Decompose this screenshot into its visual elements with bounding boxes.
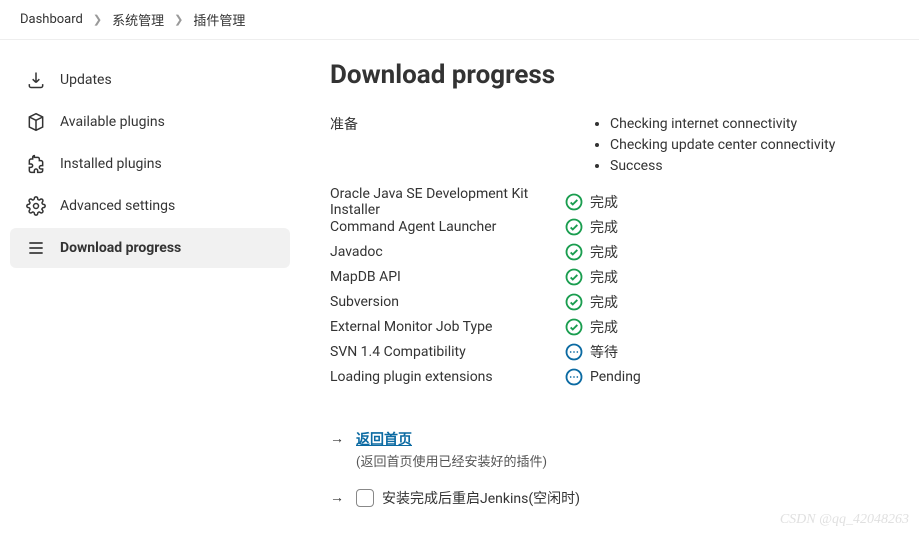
preparation-checks: Checking internet connectivity Checking … (592, 114, 835, 177)
chevron-right-icon: ❯ (93, 13, 102, 26)
sidebar-item-download-progress[interactable]: Download progress (10, 228, 290, 268)
status-text: 完成 (590, 242, 618, 262)
status-text: 完成 (590, 192, 618, 212)
restart-label: 安装完成后重启Jenkins(空闲时) (382, 488, 580, 508)
sidebar-item-updates[interactable]: Updates (10, 60, 290, 100)
sidebar-item-advanced[interactable]: Advanced settings (10, 186, 290, 226)
preparation-label: 准备 (330, 114, 592, 134)
check-circle-icon (564, 317, 584, 337)
back-home-hint: (返回首页使用已经安装好的插件) (356, 451, 547, 470)
status-text: Pending (590, 369, 641, 385)
check-item: Checking update center connectivity (610, 135, 835, 156)
tasks-list: Oracle Java SE Development Kit Installer… (330, 189, 889, 389)
task-name: Javadoc (330, 244, 564, 260)
status-text: 完成 (590, 217, 618, 237)
watermark: CSDN @qq_42048263 (780, 512, 909, 528)
breadcrumb: Dashboard ❯ 系统管理 ❯ 插件管理 (0, 0, 919, 40)
package-icon (26, 112, 46, 132)
sidebar-item-label: Advanced settings (60, 198, 175, 214)
task-status: 完成 (564, 217, 618, 237)
check-circle-icon (564, 267, 584, 287)
task-row: MapDB API 完成 (330, 264, 889, 289)
puzzle-icon (26, 154, 46, 174)
task-name: Oracle Java SE Development Kit Installer (330, 186, 564, 218)
footer-actions: → 返回首页 (返回首页使用已经安装好的插件) → 安装完成后重启Jenkins… (330, 429, 889, 508)
task-name: SVN 1.4 Compatibility (330, 344, 564, 360)
check-circle-icon (564, 217, 584, 237)
sidebar-item-available[interactable]: Available plugins (10, 102, 290, 142)
status-text: 完成 (590, 317, 618, 337)
page-title: Download progress (330, 60, 889, 90)
task-name: Subversion (330, 294, 564, 310)
preparation-row: 准备 Checking internet connectivity Checki… (330, 114, 889, 177)
task-row: Command Agent Launcher 完成 (330, 214, 889, 239)
task-row: External Monitor Job Type 完成 (330, 314, 889, 339)
task-row: Oracle Java SE Development Kit Installer… (330, 189, 889, 214)
sidebar-item-label: Download progress (60, 240, 181, 256)
arrow-right-icon: → (330, 429, 344, 447)
sidebar-item-label: Available plugins (60, 114, 165, 130)
main-content: Download progress 准备 Checking internet c… (300, 40, 919, 546)
task-status: 完成 (564, 242, 618, 262)
status-text: 完成 (590, 292, 618, 312)
sidebar: Updates Available plugins Installed plug… (0, 40, 300, 546)
task-status: 完成 (564, 292, 618, 312)
task-status: 完成 (564, 192, 618, 212)
download-icon (26, 70, 46, 90)
task-name: External Monitor Job Type (330, 319, 564, 335)
breadcrumb-item[interactable]: 系统管理 (112, 10, 164, 29)
task-status: Pending (564, 367, 641, 387)
back-home-link[interactable]: 返回首页 (356, 432, 412, 448)
check-circle-icon (564, 292, 584, 312)
sidebar-item-label: Installed plugins (60, 156, 162, 172)
task-row: Javadoc 完成 (330, 239, 889, 264)
task-row: Subversion 完成 (330, 289, 889, 314)
sidebar-item-installed[interactable]: Installed plugins (10, 144, 290, 184)
check-circle-icon (564, 242, 584, 262)
check-item: Success (610, 156, 835, 177)
breadcrumb-item[interactable]: Dashboard (20, 12, 83, 27)
task-name: MapDB API (330, 269, 564, 285)
task-status: 完成 (564, 317, 618, 337)
sidebar-item-label: Updates (60, 72, 112, 88)
chevron-right-icon: ❯ (174, 13, 183, 26)
task-name: Command Agent Launcher (330, 219, 564, 235)
task-name: Loading plugin extensions (330, 369, 564, 385)
check-circle-icon (564, 192, 584, 212)
restart-checkbox[interactable] (356, 489, 374, 507)
status-text: 等待 (590, 342, 618, 362)
gear-icon (26, 196, 46, 216)
list-icon (26, 238, 46, 258)
task-status: 等待 (564, 342, 618, 362)
check-item: Checking internet connectivity (610, 114, 835, 135)
task-row: Loading plugin extensions Pending (330, 364, 889, 389)
pending-circle-icon (564, 367, 584, 387)
breadcrumb-item[interactable]: 插件管理 (193, 10, 245, 29)
task-row: SVN 1.4 Compatibility 等待 (330, 339, 889, 364)
task-status: 完成 (564, 267, 618, 287)
arrow-right-icon: → (330, 488, 344, 506)
pending-circle-icon (564, 342, 584, 362)
status-text: 完成 (590, 267, 618, 287)
